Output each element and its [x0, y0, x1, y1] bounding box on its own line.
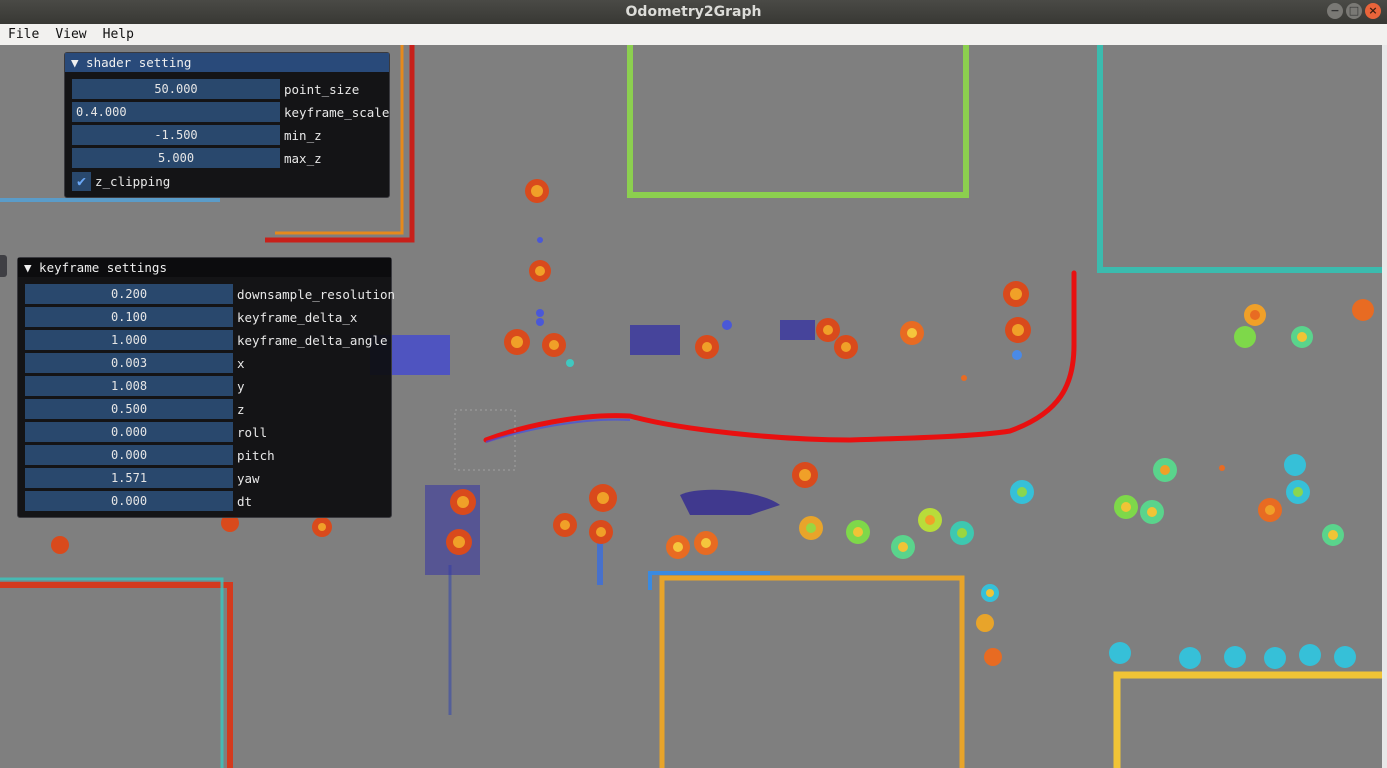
minimize-button[interactable]: − [1327, 3, 1343, 19]
point-size-row: 50.000 point_size [72, 79, 359, 99]
downsample-resolution-input[interactable]: 0.200 [25, 284, 233, 304]
yaw-input[interactable]: 1.571 [25, 468, 233, 488]
x-row: 0.003 x [25, 353, 245, 373]
point-size-input[interactable]: 50.000 [72, 79, 280, 99]
pitch-label: pitch [237, 447, 275, 463]
z-input[interactable]: 0.500 [25, 399, 233, 419]
close-button[interactable]: × [1365, 3, 1381, 19]
y-input[interactable]: 1.008 [25, 376, 233, 396]
z-clipping-label: z_clipping [95, 173, 171, 189]
keyframe-scale-input[interactable]: 0.4.000 [72, 102, 280, 122]
menu-file[interactable]: File [0, 24, 47, 45]
max-z-input[interactable]: 5.000 [72, 148, 280, 168]
keyframe-delta-angle-input[interactable]: 1.000 [25, 330, 233, 350]
yaw-label: yaw [237, 470, 260, 486]
maximize-button[interactable]: □ [1346, 3, 1362, 19]
dt-row: 0.000 dt [25, 491, 252, 511]
pitch-row: 0.000 pitch [25, 445, 275, 465]
downsample-resolution-label: downsample_resolution [237, 286, 396, 302]
keyframe-delta-x-label: keyframe_delta_x [237, 309, 358, 325]
keyframe-delta-x-input[interactable]: 0.100 [25, 307, 233, 327]
z-row: 0.500 z [25, 399, 245, 419]
menu-bar: File View Help [0, 24, 1387, 46]
menu-view[interactable]: View [47, 24, 94, 45]
shader-settings-panel: ▼ shader setting 50.000 point_size 0.4.0… [64, 52, 390, 198]
z-label: z [237, 401, 245, 417]
keyframe-delta-angle-label: keyframe_delta_angle [237, 332, 388, 348]
y-row: 1.008 y [25, 376, 245, 396]
x-input[interactable]: 0.003 [25, 353, 233, 373]
yaw-row: 1.571 yaw [25, 468, 260, 488]
min-z-row: -1.500 min_z [72, 125, 322, 145]
window-title: Odometry2Graph [625, 4, 762, 20]
point-size-label: point_size [284, 81, 360, 97]
dt-input[interactable]: 0.000 [25, 491, 233, 511]
y-label: y [237, 378, 245, 394]
collapsed-panel-tab[interactable] [0, 255, 7, 277]
keyframe-panel-title[interactable]: ▼ keyframe settings [18, 258, 391, 277]
downsample-resolution-row: 0.200 downsample_resolution [25, 284, 395, 304]
window-controls: − □ × [1327, 3, 1381, 19]
dt-label: dt [237, 493, 253, 509]
roll-row: 0.000 roll [25, 422, 267, 442]
keyframe-delta-angle-row: 1.000 keyframe_delta_angle [25, 330, 388, 350]
keyframe-scale-row: 0.4.000 keyframe_scale [72, 102, 389, 122]
pitch-input[interactable]: 0.000 [25, 445, 233, 465]
window-titlebar: Odometry2Graph − □ × [0, 0, 1387, 24]
viewport-edge [1382, 45, 1387, 768]
menu-help[interactable]: Help [95, 24, 142, 45]
min-z-label: min_z [284, 127, 322, 143]
keyframe-settings-panel: ▼ keyframe settings 0.200 downsample_res… [17, 257, 395, 518]
roll-label: roll [237, 424, 268, 440]
min-z-input[interactable]: -1.500 [72, 125, 280, 145]
shader-panel-title[interactable]: ▼ shader setting [65, 53, 389, 72]
z-clipping-checkbox[interactable]: ✔ [72, 171, 91, 191]
trajectory-path [454, 270, 1077, 471]
keyframe-delta-x-row: 0.100 keyframe_delta_x [25, 307, 357, 327]
roll-input[interactable]: 0.000 [25, 422, 233, 442]
max-z-row: 5.000 max_z [72, 148, 322, 168]
max-z-label: max_z [284, 150, 322, 166]
z-clipping-row: ✔ z_clipping [72, 171, 170, 191]
x-label: x [237, 355, 245, 371]
keyframe-scale-label: keyframe_scale [284, 104, 390, 120]
